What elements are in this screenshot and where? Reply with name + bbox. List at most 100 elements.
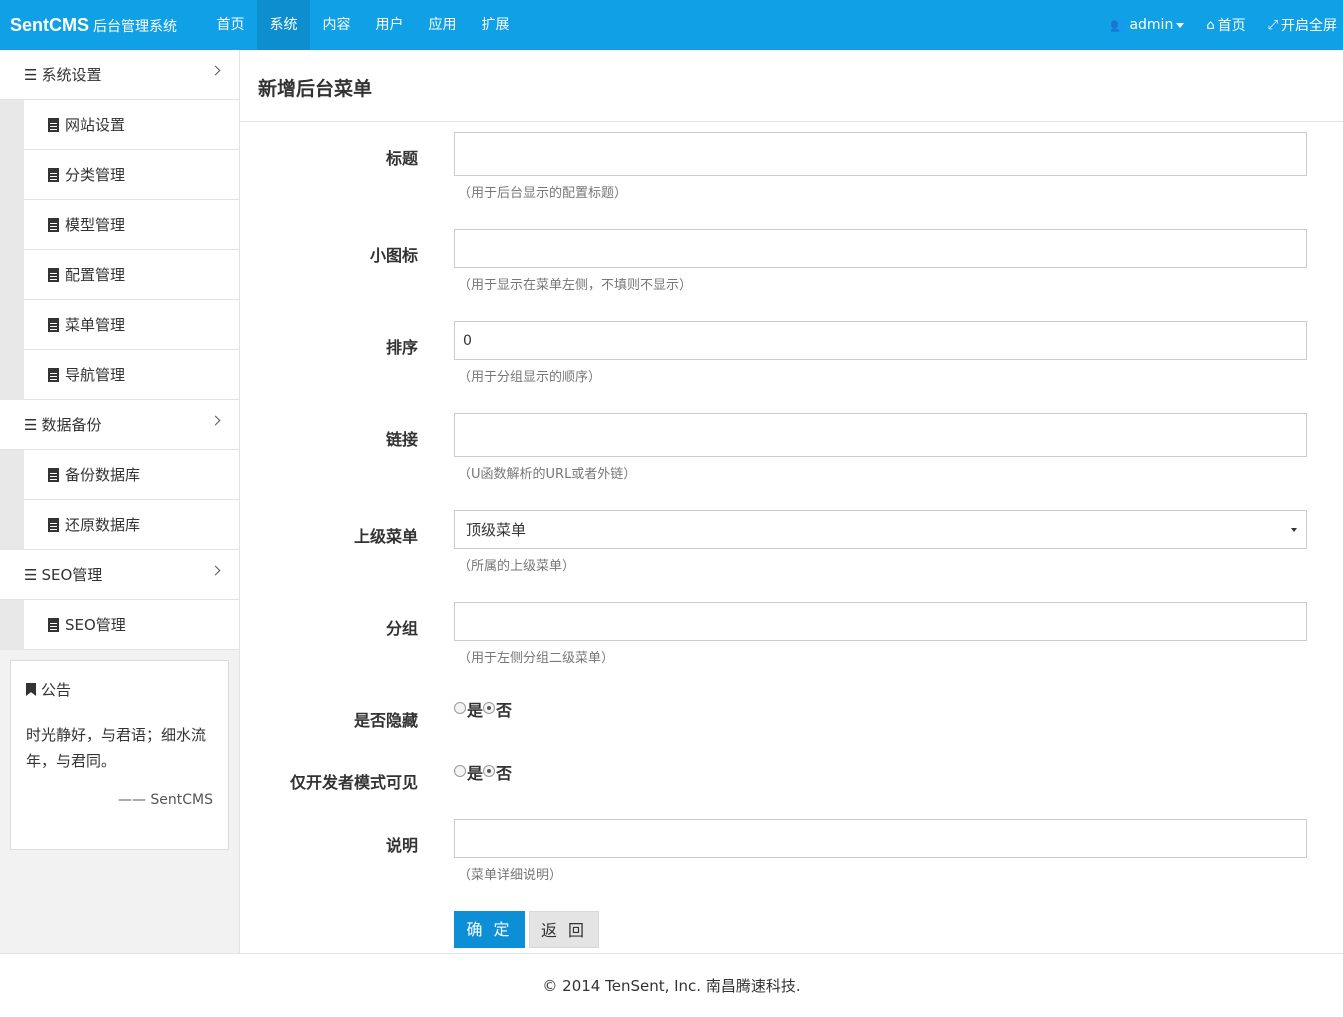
sidebar-item-label: 导航管理 — [65, 366, 126, 384]
dev-only-yes-label: 是 — [467, 764, 484, 783]
hidden-radio-group: 是 否 — [454, 697, 512, 721]
hidden-yes-label: 是 — [467, 701, 484, 720]
parent-label: 上级菜单 — [353, 527, 418, 546]
fullscreen-icon: ⤢ — [1267, 17, 1278, 33]
topnav-apps[interactable]: 应用 — [416, 0, 469, 50]
title-label: 标题 — [385, 149, 418, 168]
sidebar-item-config[interactable]: 配置管理 — [24, 250, 239, 300]
sidebar-item-site-settings[interactable]: 网站设置 — [24, 100, 239, 150]
sidebar-item-models[interactable]: 模型管理 — [24, 200, 239, 250]
fullscreen-label: 开启全屏 — [1281, 18, 1337, 34]
file-icon — [48, 267, 59, 282]
chevron-right-icon — [210, 565, 221, 576]
parent-select[interactable]: 顶级菜单 — [454, 510, 1307, 549]
sidebar-item-label: 模型管理 — [65, 216, 126, 234]
hidden-yes-radio[interactable] — [454, 702, 466, 714]
caret-down-icon — [1176, 22, 1185, 28]
list-icon: ☰ — [24, 415, 38, 434]
group-input[interactable] — [454, 602, 1307, 641]
group-hint: （用于左侧分组二级菜单） — [458, 651, 615, 666]
brand-name: SentCMS — [10, 15, 90, 35]
top-bar: SentCMS 后台管理系统 首页 系统 内容 用户 应用 扩展 👥 admin … — [0, 0, 1343, 50]
notice-title: 公告 — [26, 679, 213, 700]
sidebar-group-label: SEO管理 — [41, 566, 103, 584]
hidden-label: 是否隐藏 — [353, 711, 418, 730]
sidebar-group-backup[interactable]: ☰ 数据备份 — [0, 400, 239, 450]
sort-label: 排序 — [385, 338, 418, 357]
sidebar-group-items: SEO管理 — [0, 600, 239, 650]
file-icon — [48, 367, 59, 382]
topnav-extend[interactable]: 扩展 — [469, 0, 522, 50]
notice-body: 时光静好，与君语；细水流年，与君同。 — [26, 726, 207, 770]
sidebar-item-backup-db[interactable]: 备份数据库 — [24, 450, 239, 500]
back-button[interactable]: 返 回 — [529, 911, 599, 948]
fullscreen-button[interactable]: ⤢ 开启全屏 — [1268, 15, 1337, 35]
parent-select-value: 顶级菜单 — [466, 521, 527, 539]
chevron-right-icon — [210, 415, 221, 426]
page-title: 新增后台菜单 — [258, 78, 373, 100]
list-icon: ☰ — [24, 565, 38, 584]
user-menu[interactable]: 👥 admin — [1110, 17, 1185, 33]
sidebar-group-seo[interactable]: ☰ SEO管理 — [0, 550, 239, 600]
brand[interactable]: SentCMS 后台管理系统 — [10, 0, 177, 50]
sidebar-item-restore-db[interactable]: 还原数据库 — [24, 500, 239, 550]
dev-only-no-radio[interactable] — [483, 765, 496, 777]
link-input[interactable] — [454, 413, 1307, 457]
user-name: admin — [1129, 17, 1174, 33]
file-icon — [48, 117, 59, 132]
file-icon — [48, 517, 59, 532]
dev-only-radio-group: 是 否 — [454, 760, 512, 784]
topnav-content[interactable]: 内容 — [310, 0, 363, 50]
sidebar: ☰ 系统设置 网站设置 分类管理 模型管理 配置管理 菜单管理 导航管理 ☰ 数… — [0, 50, 240, 953]
notice-signature: —— SentCMS — [117, 792, 213, 808]
caret-down-icon — [1291, 528, 1297, 532]
sidebar-item-label: 分类管理 — [65, 166, 126, 184]
sidebar-item-label: SEO管理 — [65, 616, 126, 634]
link-label: 链接 — [385, 430, 418, 449]
sidebar-group-label: 系统设置 — [41, 66, 102, 84]
icon-hint: （用于显示在菜单左侧，不填则不显示） — [458, 278, 693, 293]
users-icon: 👥 — [1110, 17, 1127, 33]
sidebar-item-categories[interactable]: 分类管理 — [24, 150, 239, 200]
sidebar-item-label: 网站设置 — [65, 116, 126, 134]
dev-only-no-label: 否 — [496, 764, 513, 783]
home-label: 首页 — [1217, 18, 1246, 34]
home-icon: ⌂ — [1206, 17, 1215, 33]
hidden-no-label: 否 — [496, 701, 513, 720]
desc-input[interactable] — [454, 819, 1307, 858]
sidebar-group-items: 备份数据库 还原数据库 — [0, 450, 239, 550]
topnav-home[interactable]: 首页 — [204, 0, 257, 50]
file-icon — [48, 317, 59, 332]
footer: © 2014 TenSent, Inc. 南昌腾速科技. — [0, 953, 1343, 1017]
desc-label: 说明 — [385, 836, 418, 855]
title-input[interactable] — [454, 132, 1307, 176]
icon-input[interactable] — [454, 229, 1307, 268]
sidebar-group-system[interactable]: ☰ 系统设置 — [0, 50, 239, 100]
title-hint: （用于后台显示的配置标题） — [458, 186, 628, 201]
file-icon — [48, 167, 59, 182]
sort-hint: （用于分组显示的顺序） — [458, 370, 602, 385]
submit-button[interactable]: 确 定 — [454, 911, 525, 948]
hidden-no-radio[interactable] — [483, 702, 496, 714]
sidebar-group-items: 网站设置 分类管理 模型管理 配置管理 菜单管理 导航管理 — [0, 100, 239, 400]
file-icon — [48, 617, 59, 632]
dev-only-yes-radio[interactable] — [454, 765, 466, 777]
sort-input[interactable] — [454, 321, 1307, 360]
notice-panel: 公告 时光静好，与君语；细水流年，与君同。 —— SentCMS — [10, 660, 229, 850]
dev-only-label: 仅开发者模式可见 — [289, 773, 418, 792]
sidebar-group-label: 数据备份 — [41, 416, 102, 434]
home-link[interactable]: ⌂ 首页 — [1206, 15, 1245, 35]
link-hint: （U函数解析的URL或者外链） — [458, 467, 637, 482]
top-right-actions: 👥 admin ⌂ 首页 ⤢ 开启全屏 — [1088, 0, 1337, 50]
sidebar-item-seo[interactable]: SEO管理 — [24, 600, 239, 650]
topnav-user[interactable]: 用户 — [363, 0, 416, 50]
notice-title-text: 公告 — [41, 681, 72, 699]
topnav-system[interactable]: 系统 — [257, 0, 310, 50]
top-nav: 首页 系统 内容 用户 应用 扩展 — [204, 0, 522, 50]
sidebar-item-navigation[interactable]: 导航管理 — [24, 350, 239, 400]
icon-label: 小图标 — [369, 246, 418, 265]
chevron-right-icon — [210, 65, 221, 76]
sidebar-item-label: 菜单管理 — [65, 316, 126, 334]
desc-hint: （菜单详细说明） — [458, 868, 563, 883]
sidebar-item-menus[interactable]: 菜单管理 — [24, 300, 239, 350]
